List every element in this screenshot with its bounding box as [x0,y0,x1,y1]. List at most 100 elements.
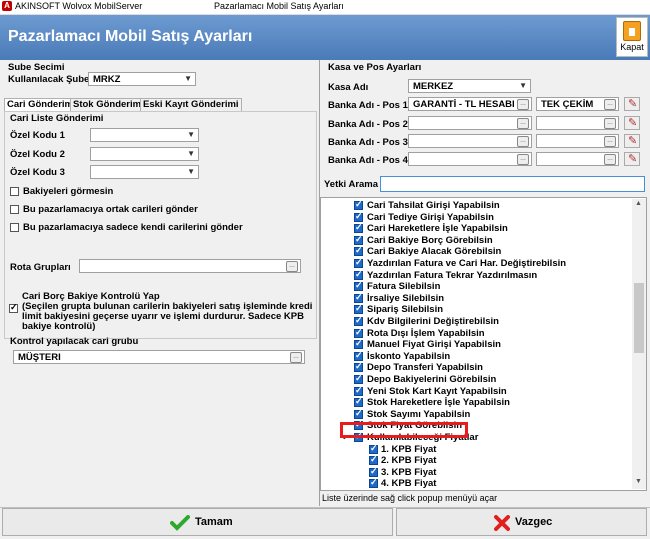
permission-checkbox[interactable] [354,408,363,419]
ozel-kodu-1-select[interactable]: ▼ [90,128,199,142]
permission-checkbox[interactable] [354,245,363,257]
tab-cari[interactable]: Cari Gönderimi [4,98,79,111]
kontrol-grubu-value: MÜŞTERI [18,352,61,363]
yetki-arama-label: Yetki Arama [324,179,379,190]
cancel-label: Vazgec [515,516,553,528]
banka-pos-2-input[interactable]: … [408,116,532,130]
permission-checkbox[interactable] [354,234,363,245]
permission-checkbox[interactable] [354,211,363,222]
price-checkbox[interactable] [369,466,378,477]
tree-scrollbar[interactable]: ▲ ▼ [632,199,646,489]
ozel-kodu-3-select[interactable]: ▼ [90,165,199,179]
ellipsis-icon: … [517,118,529,129]
sube-select[interactable]: MRKZ ▼ [88,72,196,86]
permission-checkbox[interactable] [354,292,363,303]
permission-label: Cari Bakiye Alacak Görebilsin [367,246,502,258]
permission-checkbox[interactable] [354,338,363,350]
permission-checkbox[interactable] [354,199,363,210]
price-checkbox[interactable] [369,443,378,454]
edit-pencil-icon[interactable] [624,134,640,148]
chevron-down-icon: ▼ [187,167,195,176]
sube-label: Kullanılacak Şube [8,74,90,85]
ellipsis-icon: … [290,352,302,363]
permission-checkbox[interactable] [354,315,363,326]
chevron-down-icon: ▼ [184,74,192,83]
banka-pos-3-input[interactable]: … [408,134,532,148]
bakiye-checkbox[interactable] [10,187,19,196]
permission-checkbox[interactable] [354,257,363,268]
banka-pos-4-label: Banka Adı - Pos 4 [328,155,408,166]
close-button[interactable]: Kapat [616,17,648,57]
edit-pencil-icon[interactable] [624,116,640,130]
tree-hint: Liste üzerinde sağ click popup menüyü aç… [322,493,498,503]
price-label: 2. KPB Fiyat [381,455,437,467]
kontrol-grubu-label: Kontrol yapılacak cari grubu [10,336,139,347]
borc-kontrol-checkbox[interactable] [9,302,18,313]
banka-pos-2-sub-input[interactable]: … [536,116,619,130]
banka-pos-4-input[interactable]: … [408,152,532,166]
permission-label: Cari Tahsilat Girişi Yapabilsin [367,200,500,211]
banka-pos-1-label: Banka Adı - Pos 1 [328,100,408,111]
ortak-checkbox[interactable] [10,205,19,214]
price-label: 3. KPB Fiyat [381,466,437,478]
cancel-button[interactable]: Vazgec [396,508,647,536]
tab-stok[interactable]: Stok Gönderimi [70,98,147,111]
ellipsis-icon: … [286,261,298,272]
kasa-section-title: Kasa ve Pos Ayarları [328,62,422,73]
banka-pos-1-sub-value: TEK ÇEKİM [541,99,594,110]
tab-strip: Cari Gönderimi Stok Gönderimi Eski Kayıt… [4,98,318,111]
permissions-tree[interactable]: Cari Tahsilat Girişi YapabilsinCari Tedi… [320,197,647,491]
ellipsis-icon: … [604,136,616,147]
exit-door-icon [623,21,641,41]
permission-label: Rota Dışı İşlem Yapabilsin [367,327,485,339]
price-checkbox[interactable] [369,454,378,466]
scroll-up-icon[interactable]: ▲ [635,200,642,207]
permission-label: Cari Hareketlere İşle Yapabilsin [367,223,508,235]
permission-checkbox[interactable] [354,280,363,292]
banka-pos-4-sub-input[interactable]: … [536,152,619,166]
ok-button[interactable]: Tamam [2,508,393,536]
kendi-checkbox[interactable] [10,223,19,232]
kasa-select[interactable]: MERKEZ ▼ [408,79,531,93]
sube-section-title: Sube Secimi [8,62,65,73]
permission-checkbox[interactable] [354,303,363,315]
rota-label: Rota Grupları [10,262,71,273]
permission-checkbox[interactable] [354,396,363,408]
rota-input[interactable]: … [79,259,301,273]
price-label: 4. KPB Fiyat [381,478,437,490]
app-title: AKINSOFT Wolvox MobilServer [15,1,143,11]
yetki-arama-input[interactable] [380,176,645,192]
edit-pencil-icon[interactable] [624,152,640,166]
edit-pencil-icon[interactable] [624,97,640,111]
annotation-highlight-box [340,422,468,438]
permission-checkbox[interactable] [354,373,363,384]
ellipsis-icon: … [604,118,616,129]
permission-label: Depo Bakiyelerini Görebilsin [367,374,497,385]
left-panel: Sube Secimi Kullanılacak Şube MRKZ ▼ Car… [0,60,320,506]
ozel-kodu-1-label: Özel Kodu 1 [10,130,65,141]
permission-checkbox[interactable] [354,327,363,338]
scroll-down-icon[interactable]: ▼ [635,478,642,485]
scroll-thumb[interactable] [634,283,644,353]
permission-checkbox[interactable] [354,361,363,373]
permission-label: Cari Tediye Girişi Yapabilsin [367,211,494,223]
banka-pos-1-input[interactable]: GARANTİ - TL HESABI - … [408,97,532,111]
permission-checkbox[interactable] [354,385,363,396]
banka-pos-3-sub-input[interactable]: … [536,134,619,148]
banka-pos-1-sub-input[interactable]: TEK ÇEKİM … [536,97,619,111]
permission-checkbox[interactable] [354,350,363,361]
tab-eski-kayit[interactable]: Eski Kayıt Gönderimi [140,98,242,111]
ozel-kodu-2-select[interactable]: ▼ [90,147,199,161]
permission-checkbox[interactable] [354,222,363,234]
page-title: Pazarlamacı Mobil Satış Ayarları [8,28,253,45]
ellipsis-icon: … [604,154,616,165]
permission-checkbox[interactable] [354,269,363,280]
banka-pos-3-label: Banka Adı - Pos 3 [328,137,408,148]
permission-label: Kdv Bilgilerini Değiştirebilsin [367,316,499,327]
kontrol-grubu-input[interactable]: MÜŞTERI … [13,350,305,364]
price-checkbox[interactable] [369,477,378,489]
permission-label: Sipariş Silebilsin [367,304,444,316]
bakiye-checkbox-label: Bakiyeleri görmesin [23,186,114,197]
chevron-down-icon: ▼ [519,81,527,90]
permission-label: Yeni Stok Kart Kayıt Yapabilsin [367,385,507,397]
